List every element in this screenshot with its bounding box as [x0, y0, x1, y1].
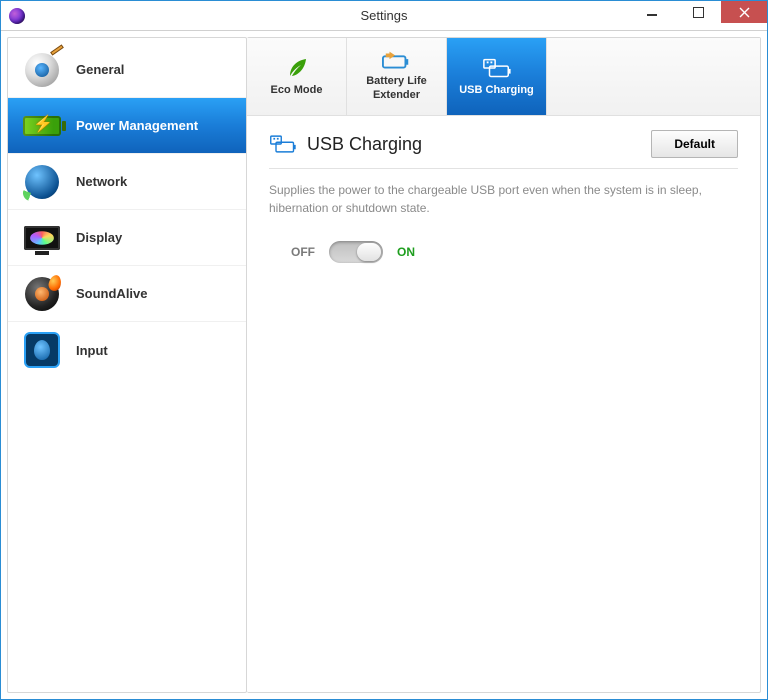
titlebar: Settings: [1, 1, 767, 31]
leaf-icon: [285, 56, 309, 80]
minimize-button[interactable]: [629, 1, 675, 23]
close-icon: [739, 7, 750, 18]
tab-usb-charging[interactable]: USB Charging: [447, 38, 547, 115]
touch-icon: [22, 330, 62, 370]
usb-charging-toggle[interactable]: [329, 241, 383, 263]
sidebar-item-label: SoundAlive: [76, 286, 148, 301]
sidebar-item-label: Power Management: [76, 118, 198, 133]
battery-extender-icon: [382, 51, 412, 71]
app-icon: [9, 8, 25, 24]
divider: [269, 168, 738, 169]
tab-battery-life-extender[interactable]: Battery Life Extender: [347, 38, 447, 115]
battery-icon: [22, 106, 62, 146]
sidebar-item-input[interactable]: Input: [8, 322, 246, 378]
monitor-icon: [22, 218, 62, 258]
sidebar-item-power-management[interactable]: Power Management: [8, 98, 246, 154]
sidebar: General Power Management Network Display…: [7, 37, 247, 693]
close-button[interactable]: [721, 1, 767, 23]
sidebar-item-network[interactable]: Network: [8, 154, 246, 210]
section-header: USB Charging Default: [269, 130, 738, 158]
sidebar-item-label: General: [76, 62, 124, 77]
toggle-on-label: ON: [397, 245, 415, 259]
speaker-icon: [22, 274, 62, 314]
sidebar-item-soundalive[interactable]: SoundAlive: [8, 266, 246, 322]
sidebar-item-label: Display: [76, 230, 122, 245]
toggle-knob: [357, 243, 381, 261]
usb-charging-toggle-row: OFF ON: [291, 241, 738, 263]
main-panel: Eco Mode Battery Life Extender USB Charg…: [247, 37, 761, 693]
section-description: Supplies the power to the chargeable USB…: [269, 181, 709, 217]
sidebar-item-label: Network: [76, 174, 127, 189]
section-title: USB Charging: [307, 134, 641, 155]
globe-icon: [22, 162, 62, 202]
tab-eco-mode[interactable]: Eco Mode: [247, 38, 347, 115]
tab-label: Eco Mode: [271, 84, 323, 97]
usb-charging-icon: [482, 56, 512, 80]
sidebar-item-label: Input: [76, 343, 108, 358]
general-icon: [22, 50, 62, 90]
settings-window: Settings General Power Management Networ…: [0, 0, 768, 700]
sidebar-item-display[interactable]: Display: [8, 210, 246, 266]
tab-label: USB Charging: [459, 84, 534, 97]
body: General Power Management Network Display…: [1, 31, 767, 699]
sidebar-item-general[interactable]: General: [8, 42, 246, 98]
toggle-off-label: OFF: [291, 245, 315, 259]
tab-label: Battery Life Extender: [351, 75, 442, 101]
maximize-button[interactable]: [675, 1, 721, 23]
content: USB Charging Default Supplies the power …: [247, 116, 760, 692]
tabs: Eco Mode Battery Life Extender USB Charg…: [247, 38, 760, 116]
window-controls: [629, 1, 767, 30]
usb-section-icon: [269, 133, 297, 155]
default-button[interactable]: Default: [651, 130, 738, 158]
